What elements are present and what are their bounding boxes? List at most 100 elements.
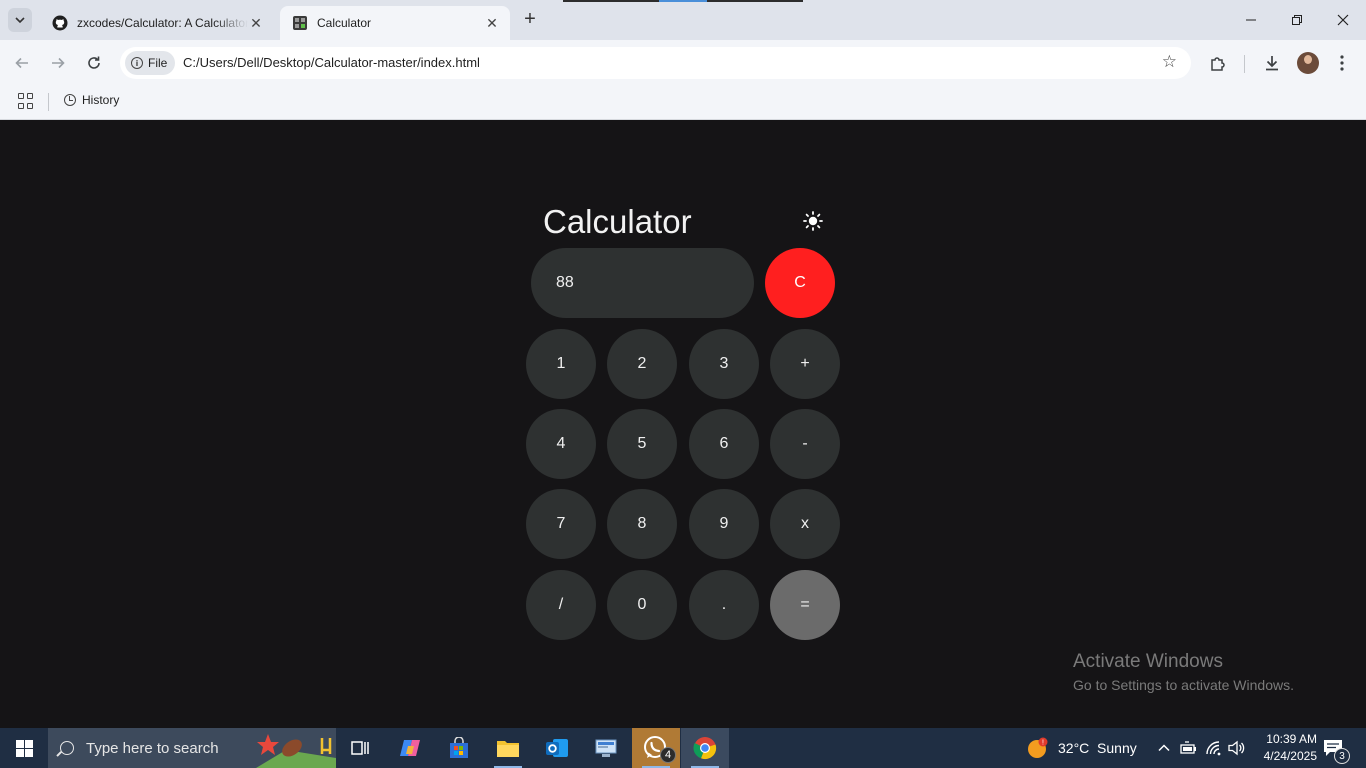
- key-8[interactable]: 8: [607, 489, 677, 559]
- window-snap-indicator: [563, 0, 803, 2]
- taskbar-clock[interactable]: 10:39 AM 4/24/2025: [1245, 731, 1317, 765]
- chrome-button[interactable]: [681, 728, 729, 768]
- microsoft-store-button[interactable]: [435, 728, 483, 768]
- key-0[interactable]: 0: [607, 570, 677, 640]
- profile-avatar[interactable]: [1297, 52, 1319, 74]
- downloads-button[interactable]: [1261, 52, 1283, 74]
- back-button[interactable]: [10, 51, 34, 75]
- url-text[interactable]: C:/Users/Dell/Desktop/Calculator-master/…: [183, 55, 480, 70]
- taskbar-search-box[interactable]: Type here to search: [48, 728, 336, 768]
- start-button[interactable]: [0, 728, 48, 768]
- bookmarks-divider: [48, 93, 49, 111]
- reload-button[interactable]: [82, 51, 106, 75]
- site-info-chip[interactable]: i File: [125, 51, 175, 75]
- show-hidden-icons-button[interactable]: [1157, 728, 1171, 768]
- key-decimal[interactable]: .: [689, 570, 759, 640]
- weather-widget[interactable]: ! 32°C Sunny: [1026, 728, 1137, 768]
- key-5[interactable]: 5: [607, 409, 677, 479]
- watermark-title: Activate Windows: [1073, 651, 1223, 672]
- restore-button[interactable]: [1274, 0, 1320, 40]
- tab-title: Calculator: [317, 16, 372, 30]
- close-tab-icon[interactable]: ✕: [248, 15, 264, 31]
- info-icon: i: [131, 57, 143, 69]
- site-chip-label: File: [148, 56, 168, 70]
- key-equals[interactable]: =: [770, 570, 840, 640]
- tab-search-button[interactable]: [8, 8, 32, 32]
- bookmarks-bar: History: [0, 86, 1366, 120]
- forward-button[interactable]: [46, 51, 70, 75]
- github-icon: [52, 15, 68, 31]
- battery-button[interactable]: [1180, 728, 1198, 768]
- volume-button[interactable]: [1228, 728, 1246, 768]
- key-minus[interactable]: -: [770, 409, 840, 479]
- task-view-icon: [351, 741, 369, 755]
- kebab-menu-icon: [1340, 55, 1344, 71]
- key-plus[interactable]: +: [770, 329, 840, 399]
- key-6[interactable]: 6: [689, 409, 759, 479]
- watermark-subtitle: Go to Settings to activate Windows.: [1073, 677, 1294, 693]
- chrome-icon: [693, 737, 717, 760]
- file-explorer-button[interactable]: [484, 728, 532, 768]
- new-tab-button[interactable]: +: [519, 9, 541, 31]
- remote-app-button[interactable]: [582, 728, 630, 768]
- task-view-button[interactable]: [336, 728, 384, 768]
- copilot-button[interactable]: [386, 728, 434, 768]
- close-tab-icon[interactable]: ✕: [484, 15, 500, 31]
- outlook-icon: [546, 739, 568, 757]
- key-divide[interactable]: /: [526, 570, 596, 640]
- restore-icon: [1292, 15, 1302, 25]
- forward-arrow-icon: [52, 57, 65, 69]
- history-label: History: [82, 93, 120, 107]
- tab-title: zxcodes/Calculator: A Calculator: [77, 16, 248, 30]
- clear-button[interactable]: C: [765, 248, 835, 318]
- browser-menu-button[interactable]: [1331, 52, 1353, 74]
- tab-github[interactable]: zxcodes/Calculator: A Calculator ✕: [40, 6, 274, 40]
- calculator-favicon-icon: [292, 15, 308, 31]
- extensions-button[interactable]: [1207, 52, 1229, 74]
- windows-taskbar: Type here to search 4 ! 32°C Sunny 10:39…: [0, 728, 1366, 768]
- page-title: Calculator: [543, 203, 692, 240]
- bookmark-star-icon[interactable]: ☆: [1162, 52, 1177, 72]
- store-bag-icon: [450, 737, 468, 758]
- key-9[interactable]: 9: [689, 489, 759, 559]
- address-bar[interactable]: i File C:/Users/Dell/Desktop/Calculator-…: [120, 47, 1191, 79]
- computer-icon: [595, 739, 617, 757]
- puzzle-icon: [1211, 57, 1225, 71]
- svg-text:!: !: [1042, 740, 1044, 747]
- key-7[interactable]: 7: [526, 489, 596, 559]
- tab-calculator[interactable]: Calculator ✕: [280, 6, 510, 40]
- calculator-display: 88: [531, 248, 754, 318]
- network-button[interactable]: [1205, 728, 1223, 768]
- history-bookmark[interactable]: History: [64, 93, 119, 107]
- wifi-icon: [1206, 741, 1221, 756]
- whatsapp-button[interactable]: 4: [632, 728, 680, 768]
- whatsapp-badge: 4: [660, 747, 676, 763]
- windows-logo-icon: [15, 739, 33, 757]
- key-multiply[interactable]: x: [770, 489, 840, 559]
- key-3[interactable]: 3: [689, 329, 759, 399]
- sun-weather-icon: !: [1028, 737, 1048, 758]
- key-4[interactable]: 4: [526, 409, 596, 479]
- key-2[interactable]: 2: [607, 329, 677, 399]
- outlook-button[interactable]: [533, 728, 581, 768]
- close-icon: [1337, 14, 1349, 26]
- clock-date: 4/24/2025: [1263, 749, 1317, 763]
- apps-grid-icon[interactable]: [18, 93, 34, 109]
- notification-center-button[interactable]: 3: [1322, 728, 1350, 768]
- notification-count-badge: 3: [1334, 748, 1350, 764]
- search-placeholder: Type here to search: [86, 739, 219, 757]
- weather-text: 32°C Sunny: [1058, 740, 1137, 756]
- clock-time: 10:39 AM: [1266, 732, 1317, 746]
- key-1[interactable]: 1: [526, 329, 596, 399]
- sun-icon[interactable]: [803, 211, 823, 231]
- search-icon: [60, 741, 74, 755]
- back-arrow-icon: [15, 57, 28, 69]
- speaker-icon: [1228, 740, 1245, 756]
- tab-strip: zxcodes/Calculator: A Calculator ✕ Calcu…: [0, 0, 1366, 40]
- download-icon: [1266, 56, 1278, 71]
- folder-icon: [497, 741, 519, 757]
- browser-toolbar: i File C:/Users/Dell/Desktop/Calculator-…: [0, 40, 1366, 86]
- minimize-button[interactable]: [1228, 0, 1274, 40]
- minimize-icon: [1246, 19, 1256, 21]
- close-window-button[interactable]: [1320, 0, 1366, 40]
